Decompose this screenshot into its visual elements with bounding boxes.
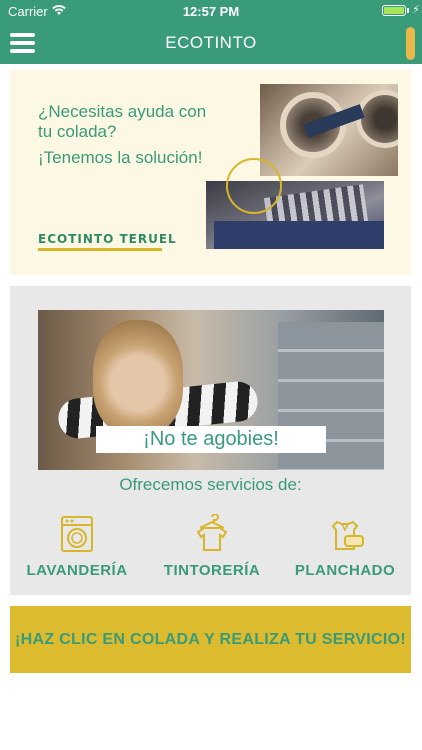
logo-underline [38,248,162,251]
service-label: LAVANDERÍA [26,562,128,579]
service-lavanderia[interactable]: LAVANDERÍA [12,514,142,579]
no-stress-banner: ¡No te agobies! [96,426,326,453]
shirt-on-hanger-icon [192,513,232,554]
service-label: PLANCHADO [294,562,396,579]
status-bar: Carrier 12:57 PM ⚡ [0,0,422,22]
battery-icon [382,5,406,16]
app-header: Carrier 12:57 PM ⚡ ECOTINTO [0,0,422,64]
washing-machine-icon [57,514,97,554]
page-title: ECOTINTO [165,33,257,52]
service-label: TINTORERÍA [163,562,261,579]
decorative-ring [226,158,282,214]
laundromat-photo [260,84,398,176]
hero-answer: ¡Tenemos la solución! [38,148,203,167]
cta-button[interactable]: ¡HAZ CLIC EN COLADA Y REALIZA TU SERVICI… [10,606,411,673]
scroll-indicator [406,27,415,60]
battery-tip [407,8,409,13]
brand-logo: ECOTINTO TERUEL [38,232,177,246]
status-time: 12:57 PM [182,4,240,19]
charging-icon: ⚡ [412,4,420,16]
iron-icon [325,514,365,554]
hero-question: ¿Necesitas ayuda con tu colada? [38,102,207,141]
hero-card: ¿Necesitas ayuda con tu colada? ¡Tenemos… [10,70,411,275]
service-tintoreria[interactable]: TINTORERÍA [147,513,277,579]
service-planchado[interactable]: PLANCHADO [280,514,410,579]
services-card: ¡No te agobies! Ofrecemos servicios de: … [10,286,411,595]
services-intro: Ofrecemos servicios de: [119,475,302,494]
